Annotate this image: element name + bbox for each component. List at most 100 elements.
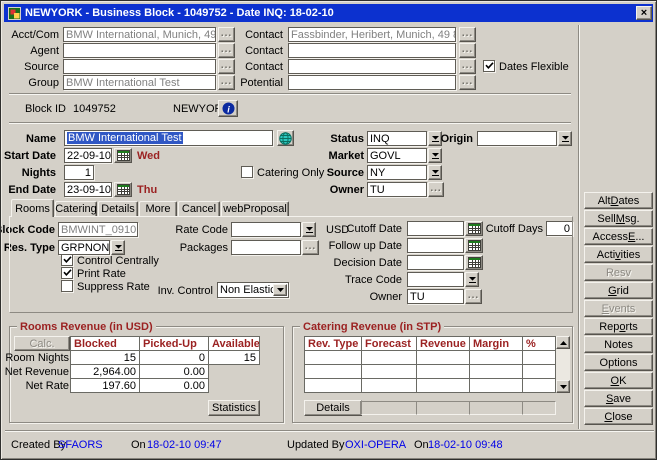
- grid-button[interactable]: Grid: [584, 282, 653, 299]
- ellipsis-label: ...: [430, 183, 441, 194]
- potential-field[interactable]: [288, 75, 456, 90]
- origin-dropdown-button[interactable]: [558, 131, 572, 146]
- label: M: [616, 213, 625, 225]
- catering-cell: [361, 350, 417, 365]
- label: Sell: [597, 213, 615, 225]
- dropdown-arrow-icon: [432, 152, 439, 159]
- group-field[interactable]: BMW International Test: [63, 75, 216, 90]
- label: Acti: [597, 249, 615, 261]
- catering-only-checkbox[interactable]: [241, 166, 253, 178]
- room-nights-blocked: 15: [70, 350, 140, 365]
- statistics-button[interactable]: Statistics: [208, 400, 260, 416]
- owner-field[interactable]: TU: [367, 182, 427, 197]
- catering-total-cell: [469, 401, 523, 415]
- access-exclusion-button[interactable]: Access E...: [584, 228, 653, 245]
- app-icon: [8, 7, 21, 20]
- tab-label: Rooms: [15, 203, 50, 215]
- scroll-up-button[interactable]: [556, 336, 570, 349]
- contact-1-field[interactable]: Fassbinder, Heribert, Munich, 49 8 125: [288, 27, 456, 42]
- start-date-calendar-button[interactable]: [114, 148, 132, 163]
- contact-1-label: Contact: [223, 27, 283, 42]
- contact-2-browse-button[interactable]: ...: [459, 43, 476, 58]
- events-button: Events: [584, 300, 653, 317]
- sell-msg-button[interactable]: Sell Msg.: [584, 210, 653, 227]
- options-button[interactable]: Options: [584, 354, 653, 371]
- rooms-tab-panel: [9, 216, 573, 313]
- scroll-down-button[interactable]: [556, 380, 570, 393]
- agent-field[interactable]: [63, 43, 216, 58]
- potential-browse-button[interactable]: ...: [459, 75, 476, 90]
- market-dropdown-button[interactable]: [428, 148, 442, 163]
- market-field[interactable]: GOVL: [367, 148, 427, 163]
- block-id-label: Block ID: [25, 101, 66, 116]
- catering-scrollbar[interactable]: [556, 336, 570, 393]
- name-value: BMW International Test: [67, 132, 183, 144]
- tab-label: Cancel: [182, 203, 216, 215]
- tab-details[interactable]: Details: [98, 201, 138, 216]
- owner-browse-button[interactable]: ...: [428, 182, 444, 197]
- source-code-field[interactable]: NY: [367, 165, 427, 180]
- label: Rep: [599, 321, 619, 333]
- group-value: BMW International Test: [66, 77, 180, 89]
- tab-label: webProposal: [223, 203, 287, 215]
- label: sg.: [625, 213, 640, 225]
- titlebar[interactable]: NEWYORK - Business Block - 1049752 - Dat…: [4, 4, 653, 22]
- start-date-field[interactable]: 22-09-10: [64, 148, 112, 163]
- ok-button[interactable]: OK: [584, 372, 653, 389]
- alt-dates-button[interactable]: Alt Dates: [584, 192, 653, 209]
- dropdown-arrow-icon: [432, 169, 439, 176]
- close-button[interactable]: Close: [584, 408, 653, 425]
- status-field[interactable]: INQ: [367, 131, 427, 146]
- tab-more[interactable]: More: [139, 201, 177, 216]
- scroll-up-icon: [560, 341, 567, 345]
- details-button[interactable]: Details: [304, 400, 362, 416]
- titlebar-close-button[interactable]: ×: [636, 6, 652, 20]
- catering-cell: [361, 364, 417, 379]
- end-date-calendar-button[interactable]: [114, 182, 132, 197]
- label: Statistics: [212, 402, 256, 414]
- catering-cell: [304, 364, 362, 379]
- notes-button[interactable]: Notes: [584, 336, 653, 353]
- ellipsis-label: ...: [462, 44, 473, 55]
- net-revenue-blocked: 2,964.00: [70, 364, 140, 379]
- name-translate-button[interactable]: [277, 130, 294, 146]
- start-day-name: Wed: [137, 148, 160, 163]
- catering-revenue-title: Catering Revenue (in STP): [300, 320, 444, 333]
- block-info-button[interactable]: i: [218, 100, 238, 117]
- source-dropdown-button[interactable]: [428, 165, 442, 180]
- source-company-field[interactable]: [63, 59, 216, 74]
- end-date-field[interactable]: 23-09-10: [64, 182, 112, 197]
- reports-button[interactable]: Reports: [584, 318, 653, 335]
- start-date-value: 22-09-10: [67, 150, 111, 162]
- divider: [9, 93, 571, 95]
- created-on-label: On: [131, 437, 146, 452]
- nights-field[interactable]: 1: [64, 165, 94, 180]
- contact-1-browse-button[interactable]: ...: [459, 27, 476, 42]
- calendar-icon: [117, 184, 130, 195]
- source-company-label: Source: [7, 59, 59, 74]
- agent-label: Agent: [7, 43, 59, 58]
- tab-catering[interactable]: Catering: [55, 201, 97, 216]
- name-input[interactable]: BMW International Test: [64, 130, 273, 146]
- nights-label: Nights: [7, 165, 56, 180]
- label: Notes: [604, 339, 633, 351]
- block-id-value: 1049752: [73, 101, 116, 116]
- contact-2-field[interactable]: [288, 43, 456, 58]
- label: Access: [593, 231, 628, 243]
- net-rate-picked-up: 0.00: [139, 378, 209, 393]
- tab-webproposal[interactable]: webProposal: [221, 201, 289, 216]
- dates-flexible-label[interactable]: Dates Flexible: [499, 59, 569, 74]
- contact-3-field[interactable]: [288, 59, 456, 74]
- tab-cancel[interactable]: Cancel: [178, 201, 220, 216]
- catering-cell: [416, 350, 470, 365]
- tab-rooms[interactable]: Rooms: [11, 199, 54, 217]
- catering-total-cell: [522, 401, 556, 415]
- activities-button[interactable]: Activities: [584, 246, 653, 263]
- origin-field[interactable]: [477, 131, 557, 146]
- dates-flexible-checkbox[interactable]: [483, 60, 495, 72]
- catering-cell: [469, 350, 523, 365]
- save-button[interactable]: Save: [584, 390, 653, 407]
- acct-com-field[interactable]: BMW International, Munich, 49 8 215 8: [63, 27, 216, 42]
- contact-3-browse-button[interactable]: ...: [459, 59, 476, 74]
- label: Options: [600, 357, 638, 369]
